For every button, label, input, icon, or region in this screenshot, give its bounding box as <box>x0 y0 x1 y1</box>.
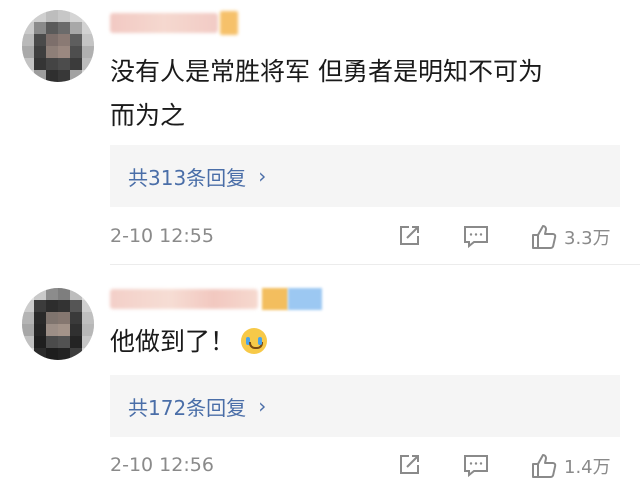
avatar[interactable] <box>22 288 94 360</box>
username[interactable] <box>110 286 322 312</box>
comment-item: 他做到了！ 共172条回复 › 2-10 12:56 1.4万 <box>0 268 640 487</box>
comment-icon <box>464 455 488 478</box>
avatar-mosaic <box>22 10 94 82</box>
share-button[interactable] <box>396 452 422 478</box>
comment-text-line: 而为之 <box>110 101 186 130</box>
comment-time: 2-10 12:56 <box>110 454 214 476</box>
comment-meta: 2-10 12:56 1.4万 <box>110 452 620 480</box>
user-badge <box>288 288 322 310</box>
comment-text-line: 他做到了！ <box>110 327 236 356</box>
comment-text: 没有人是常胜将军 但勇者是明知不可为 而为之 <box>110 50 620 138</box>
comment-item: 没有人是常胜将军 但勇者是明知不可为 而为之 共313条回复 › 2-10 12… <box>0 0 640 262</box>
comment-time: 2-10 12:55 <box>110 225 214 247</box>
crying-face-emoji <box>241 328 268 354</box>
chevron-right-icon: › <box>258 394 267 418</box>
chevron-right-icon: › <box>258 164 267 188</box>
avatar-mosaic <box>22 288 94 360</box>
user-badge <box>262 288 288 310</box>
share-icon <box>400 455 419 474</box>
like-count: 3.3万 <box>564 228 611 249</box>
username[interactable] <box>110 10 238 36</box>
view-replies-button[interactable]: 共172条回复 › <box>110 375 620 437</box>
reply-button[interactable] <box>462 223 490 249</box>
comment-text: 他做到了！ <box>110 320 620 364</box>
user-badge <box>220 11 238 35</box>
replies-label: 共313条回复 <box>128 165 247 190</box>
comment-icon <box>464 226 488 249</box>
view-replies-button[interactable]: 共313条回复 › <box>110 145 620 207</box>
thumbs-up-icon <box>532 225 557 249</box>
comment-divider <box>110 264 640 265</box>
like-button[interactable]: 3.3万 <box>530 223 611 251</box>
share-button[interactable] <box>396 223 422 249</box>
username-redacted <box>110 13 218 33</box>
replies-label: 共172条回复 <box>128 395 247 420</box>
like-count: 1.4万 <box>564 457 611 478</box>
comment-meta: 2-10 12:55 3.3万 <box>110 223 620 251</box>
like-button[interactable]: 1.4万 <box>530 452 611 480</box>
username-redacted <box>110 289 258 309</box>
comment-text-line: 没有人是常胜将军 但勇者是明知不可为 <box>110 57 543 86</box>
share-icon <box>400 226 419 245</box>
thumbs-up-icon <box>532 454 557 478</box>
reply-button[interactable] <box>462 452 490 478</box>
avatar[interactable] <box>22 10 94 82</box>
